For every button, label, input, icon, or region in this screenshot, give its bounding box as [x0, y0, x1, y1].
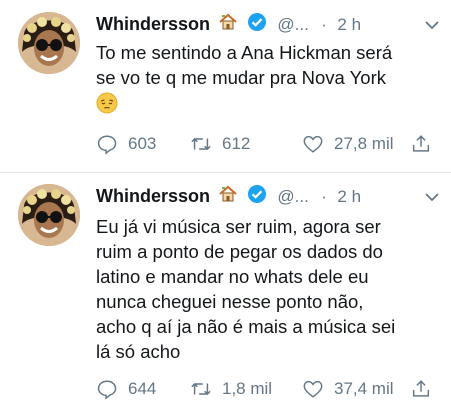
tweet-text-line: To me sentindo a Ana Hickman será — [96, 42, 393, 63]
like-button[interactable]: 27,8 mil — [302, 132, 394, 156]
display-name[interactable]: Whindersson — [96, 186, 210, 206]
reply-count: 644 — [128, 379, 157, 398]
avatar-image — [18, 184, 80, 246]
tweet-actions: 603 612 27,8 mil — [96, 132, 441, 156]
retweet-count: 612 — [222, 134, 251, 153]
like-button[interactable]: 37,4 mil — [302, 377, 394, 401]
username-handle[interactable]: @... — [277, 187, 308, 206]
tweet-text: To me sentindo a Ana Hickman será se vo … — [96, 40, 441, 114]
avatar[interactable] — [18, 184, 80, 246]
tweet-text-line: se vo te q me mudar pra Nova York — [96, 67, 386, 88]
retweet-button[interactable]: 612 — [190, 132, 250, 156]
house-emoji-icon — [218, 12, 238, 37]
avatar[interactable] — [18, 12, 80, 74]
retweet-icon — [191, 382, 211, 396]
tweet-text: Eu já vi música ser ruim, agora ser ruim… — [96, 214, 441, 364]
tweet-1[interactable]: Whindersson @... · 2 h To me sentindo a … — [0, 0, 451, 172]
separator-dot: · — [321, 14, 327, 34]
like-icon — [303, 135, 323, 153]
tweet-actions: 644 1,8 mil 37,4 mil — [96, 377, 441, 401]
like-count: 27,8 mil — [334, 134, 394, 153]
verified-badge-icon — [247, 184, 267, 209]
retweet-button[interactable]: 1,8 mil — [190, 377, 272, 401]
reply-count: 603 — [128, 134, 157, 153]
caret-down-icon[interactable] — [423, 16, 441, 34]
caret-down-icon[interactable] — [423, 188, 441, 206]
avatar-image — [18, 12, 80, 74]
reply-button[interactable]: 644 — [96, 377, 156, 401]
tweet-divider — [0, 172, 451, 173]
retweet-count: 1,8 mil — [222, 379, 273, 398]
share-icon — [412, 135, 430, 152]
tweet-header: Whindersson @... · 2 h — [96, 12, 361, 34]
share-icon — [412, 380, 430, 397]
username-handle[interactable]: @... — [277, 15, 308, 34]
reply-icon — [97, 380, 117, 400]
verified-badge-icon — [247, 12, 267, 37]
tweet-header: Whindersson @... · 2 h — [96, 184, 361, 206]
tweet-text-line: latino e mandar no whats dele eu — [96, 266, 369, 287]
tweet-text-line: lá só acho — [96, 341, 181, 362]
separator-dot: · — [321, 186, 327, 206]
display-name[interactable]: Whindersson — [96, 14, 210, 34]
timestamp[interactable]: 2 h — [337, 187, 361, 206]
tweet-2[interactable]: Whindersson @... · 2 h Eu já vi música s… — [0, 174, 451, 420]
timestamp[interactable]: 2 h — [337, 15, 361, 34]
pensive-face-emoji-icon — [96, 92, 118, 114]
reply-icon — [97, 135, 117, 155]
tweet-text-line: Eu já vi música ser ruim, agora ser — [96, 216, 381, 237]
tweet-text-line: nunca cheguei nesse ponto não, — [96, 291, 364, 312]
tweet-text-line: acho q aí ja não é mais a música sei — [96, 316, 396, 337]
like-icon — [303, 380, 323, 398]
like-count: 37,4 mil — [334, 379, 394, 398]
share-button[interactable] — [410, 132, 432, 156]
house-emoji-icon — [218, 184, 238, 209]
reply-button[interactable]: 603 — [96, 132, 156, 156]
retweet-icon — [191, 137, 211, 151]
tweet-text-line: ruim a ponto de pegar os dados do — [96, 241, 383, 262]
share-button[interactable] — [410, 377, 432, 401]
